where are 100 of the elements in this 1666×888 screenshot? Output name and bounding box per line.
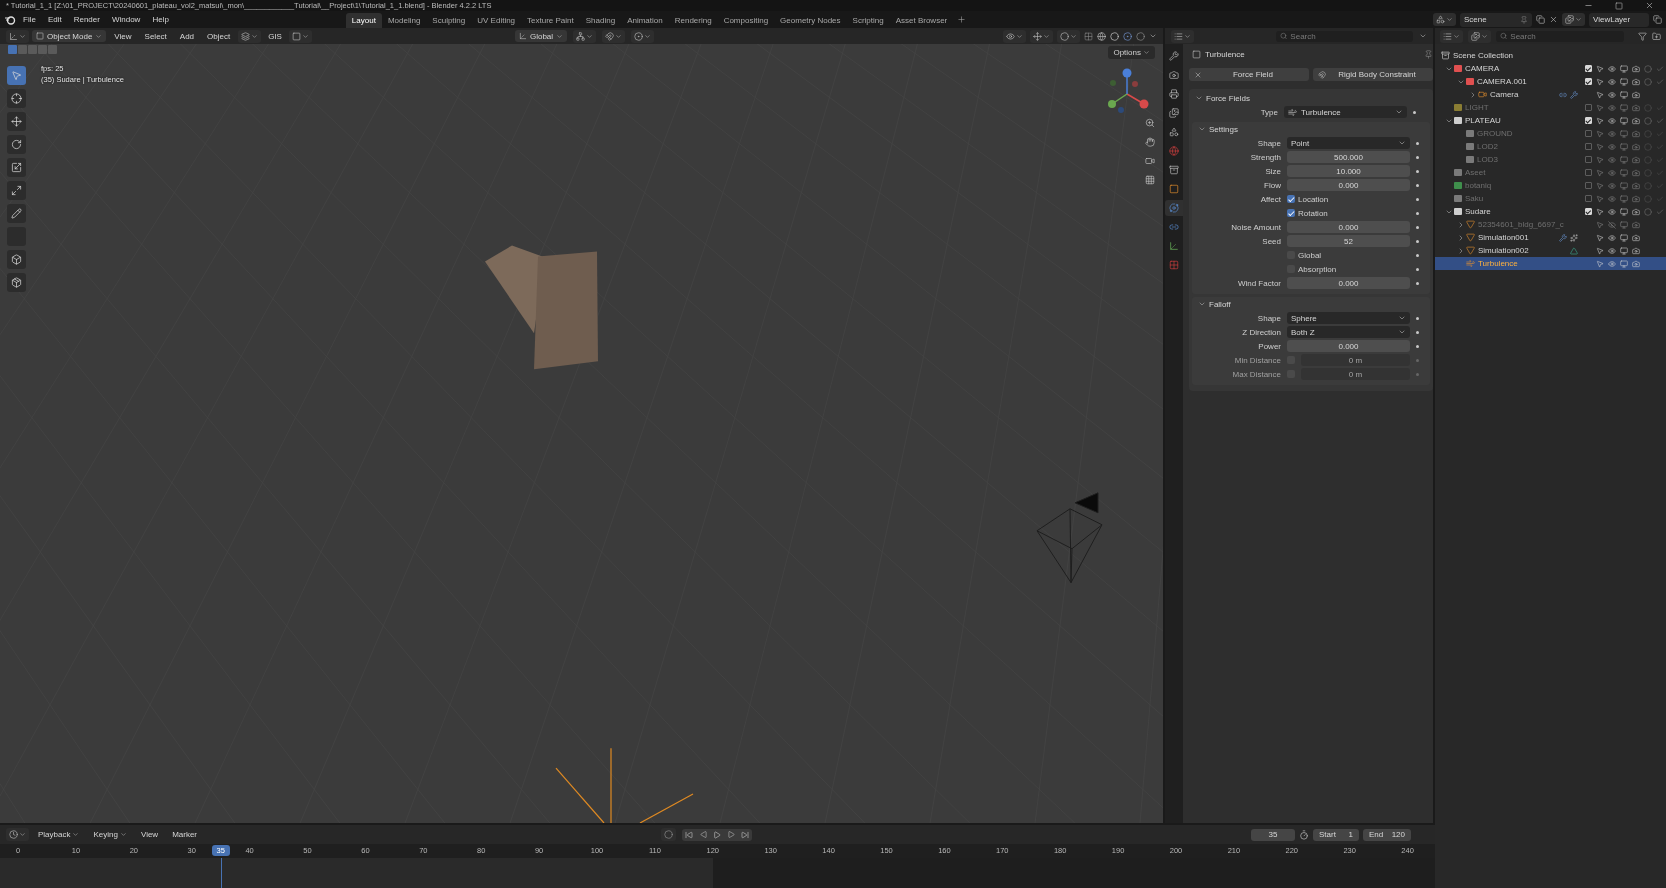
snap-button[interactable] — [602, 29, 626, 43]
keyframe-dot-icon[interactable] — [1416, 344, 1419, 348]
solid-shading-icon[interactable] — [1110, 31, 1119, 41]
keyframe-dot-icon[interactable] — [1416, 169, 1419, 173]
monitor-icon[interactable] — [1620, 77, 1628, 86]
chevron-right-icon[interactable] — [1457, 246, 1465, 255]
view-layer-selector-button[interactable] — [1562, 13, 1585, 26]
menu-item[interactable]: File — [18, 14, 41, 25]
workspace-tab[interactable]: UV Editing — [471, 13, 522, 28]
camera-icon[interactable] — [1632, 233, 1640, 242]
workspace-tab[interactable]: Compositing — [717, 13, 775, 28]
outliner-row[interactable]: Simulation002 — [1435, 244, 1666, 257]
outliner-row[interactable]: Sudare — [1435, 205, 1666, 218]
chevron-down-icon[interactable] — [1149, 32, 1157, 40]
checkbox[interactable] — [1584, 78, 1592, 85]
chevron-down-icon[interactable] — [1198, 300, 1206, 308]
square-button[interactable] — [288, 29, 312, 43]
keyframe-dot-icon[interactable] — [1416, 225, 1419, 229]
close-icon[interactable] — [1645, 1, 1654, 10]
checkbox[interactable] — [1287, 195, 1295, 203]
keyframe-dot-icon[interactable] — [1416, 358, 1419, 362]
scene-selector-button[interactable] — [1433, 13, 1456, 26]
cursor-tool-button[interactable] — [7, 89, 26, 108]
circle-icon[interactable] — [1644, 207, 1652, 216]
outliner-row[interactable]: Scene Collection — [1435, 49, 1666, 62]
number-field[interactable]: 0 m — [1301, 368, 1410, 380]
workspace-tab[interactable]: Layout — [345, 13, 382, 28]
dropdown[interactable]: Sphere — [1287, 312, 1410, 324]
dropdown[interactable]: Both Z — [1287, 326, 1410, 338]
add-object-tool-button[interactable] — [7, 273, 26, 292]
circle-icon[interactable] — [1644, 116, 1652, 125]
xray-icon[interactable] — [1084, 31, 1093, 41]
checkbox[interactable] — [1287, 209, 1295, 217]
start-frame-field[interactable]: Start 1 — [1313, 828, 1359, 841]
layers-button[interactable] — [238, 29, 262, 43]
number-field[interactable]: 500.000 — [1287, 151, 1410, 163]
new-collection-icon[interactable] — [1652, 31, 1661, 41]
keyframe-dot-icon[interactable] — [1416, 141, 1419, 145]
camera-icon[interactable] — [1632, 64, 1640, 73]
maximize-icon[interactable] — [1615, 1, 1623, 10]
view-layer-field[interactable]: ViewLayer — [1589, 12, 1649, 27]
keyframe-dot-icon[interactable] — [1416, 155, 1419, 159]
workspace-tab[interactable]: Scripting — [846, 13, 890, 28]
chevron-down-icon[interactable] — [1419, 32, 1427, 40]
rotate-tool-button[interactable] — [7, 135, 26, 154]
stopwatch-icon[interactable] — [1299, 829, 1309, 840]
menu-item[interactable]: Select — [139, 30, 172, 42]
menu-item[interactable]: Keying — [88, 829, 132, 840]
search-field[interactable]: Search — [1496, 30, 1624, 42]
remove-physics-button[interactable]: Force Field — [1189, 68, 1309, 81]
keyframe-dot-icon[interactable] — [1416, 281, 1419, 285]
menu-item[interactable]: Window — [106, 14, 146, 25]
monitor-icon[interactable] — [1620, 207, 1628, 216]
workspace-tab[interactable]: Sculpting — [426, 13, 472, 28]
pivot-button[interactable] — [573, 29, 597, 43]
circle-icon[interactable] — [1644, 77, 1652, 86]
chevron-right-icon[interactable] — [1469, 90, 1477, 99]
current-frame-field[interactable]: 35 — [1251, 828, 1295, 841]
checkbox[interactable] — [1584, 208, 1592, 215]
menu-item[interactable]: Marker — [167, 829, 203, 840]
overlay-toggle-button[interactable] — [1057, 29, 1080, 43]
scale-tool-button[interactable] — [7, 158, 26, 177]
add-workspace-icon[interactable] — [957, 15, 967, 24]
addon-menu-label[interactable]: GIS — [264, 31, 286, 41]
rendered-shading-icon[interactable] — [1136, 31, 1145, 41]
keyframe-dot-icon[interactable] — [1416, 330, 1419, 334]
menu-item[interactable]: View — [135, 829, 164, 840]
subpanel-header[interactable]: Settings — [1192, 122, 1430, 136]
workspace-tab[interactable]: Animation — [621, 13, 669, 28]
select-tool-button[interactable] — [7, 66, 26, 85]
keyframe-dot-icon[interactable] — [1416, 239, 1419, 243]
end-frame-field[interactable]: End 120 — [1363, 828, 1411, 841]
outliner-row[interactable]: CAMERA.001 — [1435, 75, 1666, 88]
camera-icon[interactable] — [1632, 259, 1640, 268]
number-field[interactable]: 0.000 — [1287, 340, 1410, 352]
workspace-tab[interactable]: Asset Browser — [889, 13, 954, 28]
chevron-down-icon[interactable] — [1198, 125, 1206, 133]
monitor-icon[interactable] — [1620, 233, 1628, 242]
monitor-icon[interactable] — [1620, 116, 1628, 125]
panel-header[interactable]: Force Fields — [1189, 91, 1433, 105]
workspace-tab[interactable]: Geometry Nodes — [774, 13, 847, 28]
editor-type-button[interactable] — [6, 828, 29, 841]
number-field[interactable]: 52 — [1287, 235, 1410, 247]
checkbox[interactable] — [1584, 65, 1592, 72]
eye-icon[interactable] — [1608, 116, 1616, 125]
camera-icon[interactable] — [1632, 90, 1640, 99]
eye-icon[interactable] — [1608, 259, 1616, 268]
monitor-icon[interactable] — [1620, 259, 1628, 268]
circle-icon[interactable] — [1644, 64, 1652, 73]
number-field[interactable]: 0.000 — [1287, 277, 1410, 289]
eye-icon[interactable] — [1608, 90, 1616, 99]
outliner-row[interactable]: CAMERA — [1435, 62, 1666, 75]
camera-icon[interactable] — [1632, 207, 1640, 216]
number-field[interactable]: 0.000 — [1287, 221, 1410, 233]
menu-item[interactable]: View — [109, 30, 137, 42]
number-field[interactable]: 10.000 — [1287, 165, 1410, 177]
orientation-dropdown[interactable]: Global — [514, 30, 568, 42]
camera-icon[interactable] — [1632, 77, 1640, 86]
wireframe-shading-icon[interactable] — [1097, 31, 1106, 41]
copy-icon[interactable] — [1653, 15, 1662, 24]
